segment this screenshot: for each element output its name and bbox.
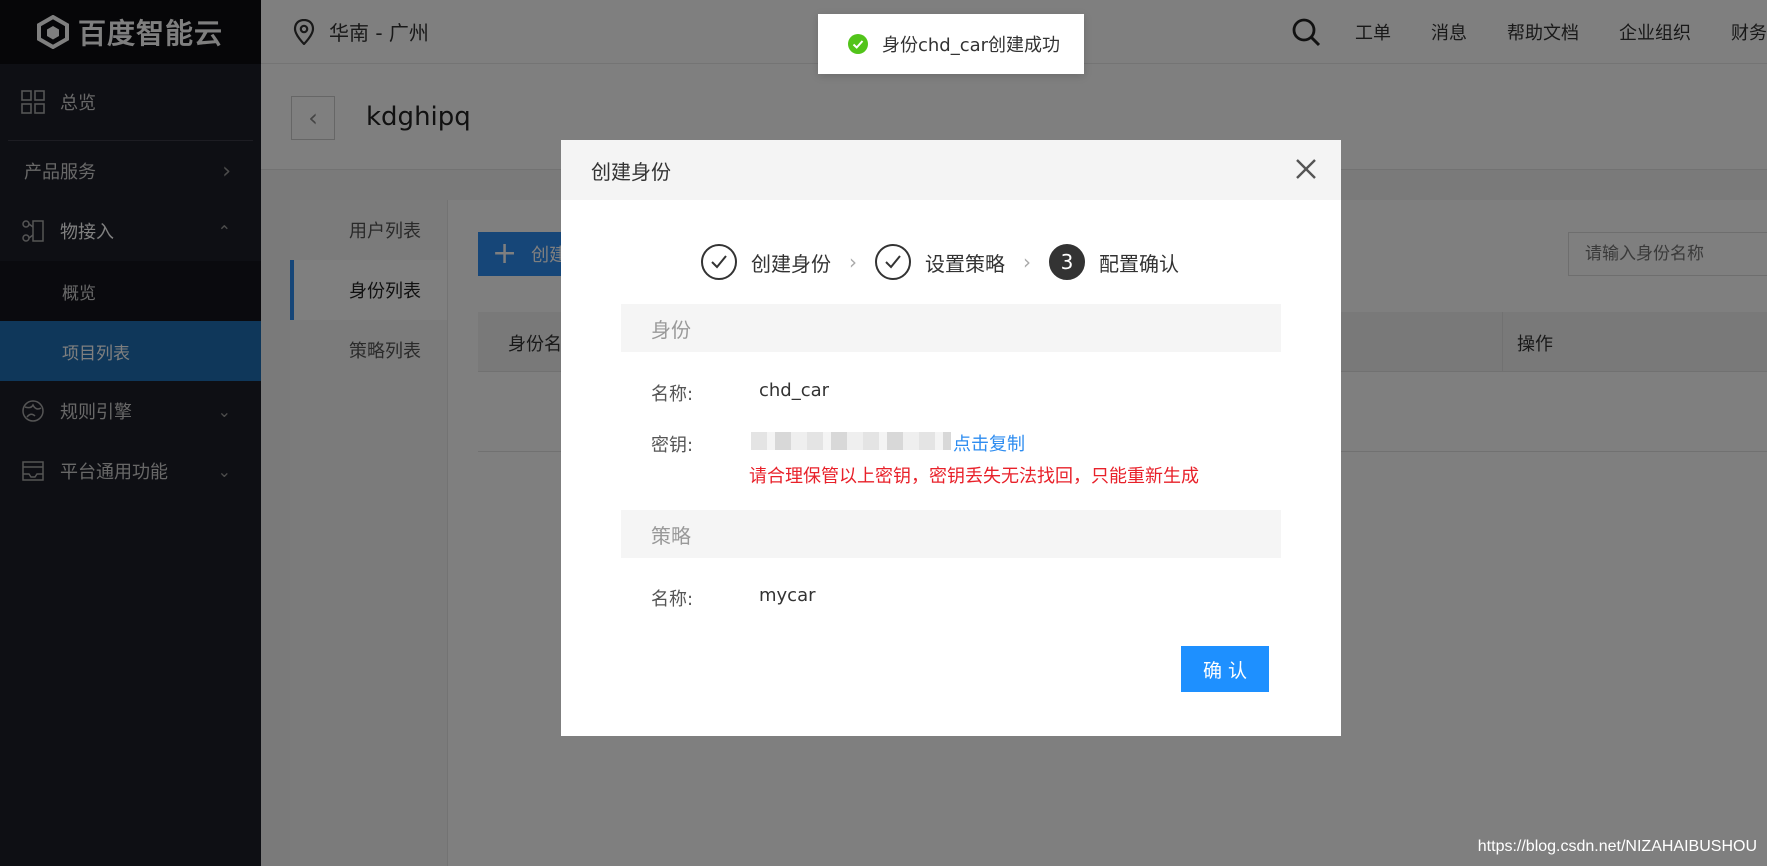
chevron-right-icon: ›: [849, 250, 857, 274]
copy-key-link[interactable]: 点击复制: [953, 430, 1025, 456]
secret-key-redacted: [751, 432, 951, 450]
step-done-check-icon: [875, 244, 911, 280]
secret-key-label: 密钥:: [651, 435, 694, 456]
watermark: https://blog.csdn.net/NIZAHAIBUSHOU: [1477, 838, 1757, 855]
success-toast: 身份chd_car创建成功: [818, 14, 1084, 74]
policy-name-value: mycar: [759, 585, 816, 606]
stepper: 创建身份 › 设置策略 › 3 配置确认: [701, 244, 1179, 280]
chevron-right-icon: ›: [1023, 250, 1031, 274]
key-warning-text: 请合理保管以上密钥，密钥丢失无法找回，只能重新生成: [749, 466, 1199, 487]
close-icon[interactable]: [1293, 156, 1319, 182]
identity-name-value: chd_car: [759, 380, 830, 401]
step-done-check-icon: [701, 244, 737, 280]
policy-name-label: 名称:: [651, 589, 694, 610]
identity-name-label: 名称:: [651, 384, 694, 405]
check-circle-icon: [848, 34, 868, 54]
step-label: 创建身份: [751, 251, 831, 276]
step-current-number: 3: [1049, 244, 1085, 280]
create-identity-dialog: 创建身份 创建身份 › 设置策略 › 3 配置确认 身份 名称: chd_car…: [561, 140, 1341, 736]
dialog-title: 创建身份: [591, 159, 671, 184]
confirm-button[interactable]: 确 认: [1181, 646, 1269, 692]
toast-message: 身份chd_car创建成功: [882, 35, 1061, 56]
step-label: 设置策略: [925, 251, 1005, 276]
step-label: 配置确认: [1099, 251, 1179, 276]
identity-section-header: 身份: [621, 304, 1281, 352]
policy-section-header: 策略: [621, 510, 1281, 558]
dialog-header: 创建身份: [561, 140, 1341, 200]
